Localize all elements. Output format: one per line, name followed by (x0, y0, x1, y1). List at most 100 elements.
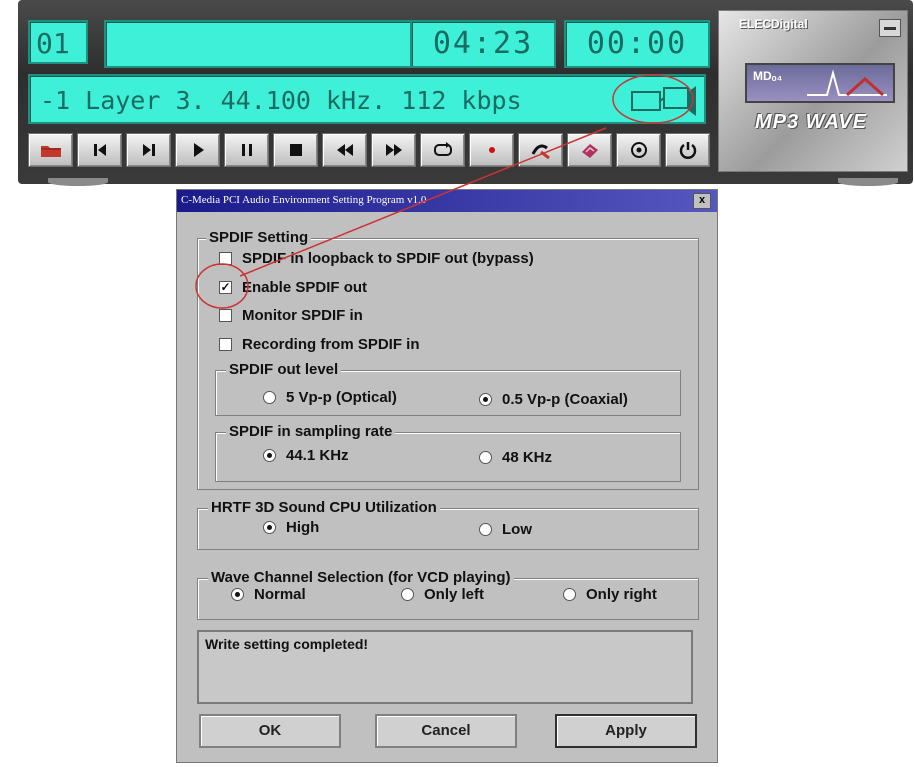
rate-48-radio[interactable] (479, 451, 492, 464)
recording-spdif-label: Recording from SPDIF in (242, 336, 420, 353)
record-button[interactable] (469, 133, 514, 167)
track-number-display: 01 (28, 20, 88, 64)
spdif-settings-icon (531, 144, 550, 160)
loopback-checkbox-row[interactable]: SPDIF in loopback to SPDIF out (bypass) (219, 250, 534, 267)
rate-48-label: 48 KHz (502, 449, 553, 466)
coaxial-label: 0.5 Vp-p (Coaxial) (502, 391, 628, 408)
player-foot-left (48, 178, 108, 186)
repeat-button[interactable] (420, 133, 465, 167)
repeat-icon (433, 142, 452, 156)
player-foot-right (838, 178, 898, 186)
rewind-icon (336, 144, 353, 156)
apply-button[interactable]: Apply (555, 714, 697, 748)
next-button[interactable] (126, 133, 171, 167)
sampling-rate-legend: SPDIF in sampling rate (226, 423, 396, 440)
open-folder-button[interactable] (28, 133, 73, 167)
recording-spdif-checkbox[interactable] (219, 338, 232, 351)
song-title-display (104, 20, 416, 68)
total-time-display: 04:23 (410, 20, 556, 68)
channel-right-label: Only right (586, 586, 657, 603)
coaxial-radio-row[interactable]: 0.5 Vp-p (Coaxial) (479, 391, 628, 408)
next-track-icon (142, 144, 155, 156)
channel-right-radio[interactable] (563, 588, 576, 601)
stop-button[interactable] (273, 133, 318, 167)
monitor-spdif-row[interactable]: Monitor SPDIF in (219, 307, 363, 324)
pause-button[interactable] (224, 133, 269, 167)
hrtf-high-label: High (286, 519, 320, 536)
channel-right-radio-row[interactable]: Only right (563, 586, 657, 603)
hrtf-low-radio[interactable] (479, 523, 492, 536)
channel-normal-radio-row[interactable]: Normal (231, 586, 306, 603)
play-button[interactable] (175, 133, 220, 167)
channel-left-radio-row[interactable]: Only left (401, 586, 484, 603)
minimize-button[interactable] (879, 19, 901, 37)
folder-icon (40, 146, 61, 157)
power-icon (679, 142, 696, 159)
brand-panel: ELECDigital MDₒ₄ MP3 WAVE (718, 10, 908, 172)
status-message: Write setting completed! (205, 636, 369, 652)
spdif-setting-legend: SPDIF Setting (206, 229, 312, 246)
power-button[interactable] (665, 133, 710, 167)
product-logo: MDₒ₄ (745, 63, 895, 103)
stop-icon (289, 144, 302, 156)
hrtf-high-radio-row[interactable]: High (263, 519, 319, 536)
hrtf-low-radio-row[interactable]: Low (479, 521, 532, 538)
dialog-title-bar[interactable]: C-Media PCI Audio Environment Setting Pr… (177, 190, 717, 212)
channel-normal-radio[interactable] (231, 588, 244, 601)
rate-441-label: 44.1 KHz (286, 447, 349, 464)
waveform-logo-icon (807, 69, 887, 97)
monitor-spdif-checkbox[interactable] (219, 309, 232, 322)
equalizer-button[interactable] (567, 133, 612, 167)
fast-forward-icon (385, 144, 402, 156)
record-icon (488, 147, 495, 153)
loopback-label: SPDIF in loopback to SPDIF out (bypass) (242, 250, 534, 267)
hrtf-low-label: Low (502, 521, 532, 538)
close-button[interactable]: x (693, 193, 711, 209)
stream-info-display: -1 Layer 3. 44.100 kHz. 112 kbps (28, 74, 706, 124)
elapsed-time-display: 00:00 (564, 20, 710, 68)
stream-info-text: -1 Layer 3. 44.100 kHz. 112 kbps (40, 86, 522, 115)
optical-radio[interactable] (263, 391, 276, 404)
close-icon: x (698, 194, 706, 206)
spdif-out-level-legend: SPDIF out level (226, 361, 342, 378)
audio-settings-dialog: C-Media PCI Audio Environment Setting Pr… (176, 189, 718, 763)
equalizer-icon (581, 144, 598, 158)
loopback-checkbox[interactable] (219, 252, 232, 265)
dialog-title: C-Media PCI Audio Environment Setting Pr… (181, 194, 427, 206)
recording-spdif-row[interactable]: Recording from SPDIF in (219, 336, 420, 353)
rate-48-radio-row[interactable]: 48 KHz (479, 449, 552, 466)
status-message-box: Write setting completed! (197, 630, 693, 704)
previous-track-icon (93, 144, 106, 156)
channel-left-label: Only left (424, 586, 485, 603)
optical-radio-row[interactable]: 5 Vp-p (Optical) (263, 389, 397, 406)
play-icon (193, 143, 204, 157)
rate-441-radio-row[interactable]: 44.1 KHz (263, 447, 349, 464)
hrtf-legend: HRTF 3D Sound CPU Utilization (208, 499, 440, 516)
pause-icon (241, 144, 252, 156)
enable-spdif-out-checkbox[interactable]: ✓ (219, 281, 232, 294)
optical-label: 5 Vp-p (Optical) (286, 389, 397, 406)
enable-spdif-out-label: Enable SPDIF out (242, 279, 368, 296)
channel-normal-label: Normal (254, 586, 306, 603)
fast-forward-button[interactable] (371, 133, 416, 167)
product-name: MP3 WAVE (755, 111, 868, 133)
ok-button[interactable]: OK (199, 714, 341, 748)
enable-spdif-out-row[interactable]: ✓ Enable SPDIF out (219, 279, 367, 296)
rewind-button[interactable] (322, 133, 367, 167)
cancel-button[interactable]: Cancel (375, 714, 517, 748)
previous-button[interactable] (77, 133, 122, 167)
logo-text: MDₒ₄ (753, 69, 783, 83)
mp3-player-window: 01 04:23 00:00 -1 Layer 3. 44.100 kHz. 1… (18, 0, 913, 186)
channel-left-radio[interactable] (401, 588, 414, 601)
monitor-spdif-label: Monitor SPDIF in (242, 307, 363, 324)
brand-name: ELECDigital (739, 17, 808, 31)
spdif-connector-icon (631, 86, 696, 116)
speaker-settings-icon (630, 142, 647, 158)
rate-441-radio[interactable] (263, 449, 276, 462)
hrtf-high-radio[interactable] (263, 521, 276, 534)
wave-channel-legend: Wave Channel Selection (for VCD playing) (208, 569, 514, 586)
transport-controls (28, 133, 710, 167)
coaxial-radio[interactable] (479, 393, 492, 406)
spdif-settings-button[interactable] (518, 133, 563, 167)
options-button[interactable] (616, 133, 661, 167)
